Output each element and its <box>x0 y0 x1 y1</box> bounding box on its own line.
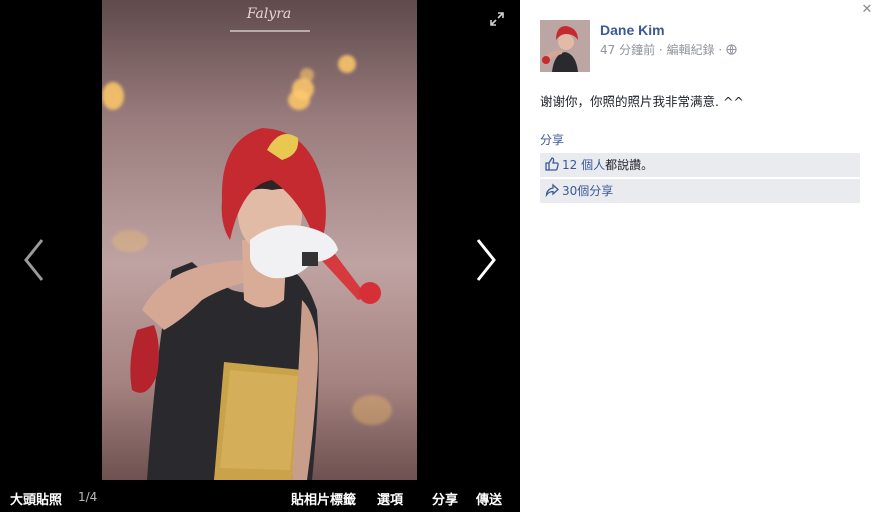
meta-separator: · <box>718 43 723 57</box>
send-button[interactable]: 傳送 <box>476 489 502 508</box>
shares-count-link[interactable]: 30個分享 <box>562 179 613 203</box>
chevron-right-icon[interactable] <box>468 236 504 284</box>
options-button[interactable]: 選項 <box>377 489 403 508</box>
avatar-image <box>540 20 590 72</box>
likes-count-link[interactable]: 12 個人 <box>562 158 605 172</box>
author-name[interactable]: Dane Kim <box>600 22 665 38</box>
globe-icon[interactable] <box>726 44 737 55</box>
photo-viewer: Falyra 大頭貼照 1/4 貼相片標籤 選項 分享 傳送 <box>0 0 520 512</box>
share-link[interactable]: 分享 <box>540 131 564 148</box>
likes-suffix: 都說讚。 <box>605 158 654 172</box>
avatar[interactable] <box>540 20 590 72</box>
post-timestamp[interactable]: 47 分鐘前 <box>600 43 655 57</box>
likes-row: 12 個人都說讚。 <box>540 153 860 177</box>
expand-icon[interactable] <box>490 12 504 26</box>
photo-subject <box>130 128 381 480</box>
share-button[interactable]: 分享 <box>432 489 458 508</box>
close-icon[interactable]: ✕ <box>859 2 875 18</box>
edit-history-link[interactable]: 編輯紀錄 <box>667 43 715 57</box>
tag-photo-button[interactable]: 貼相片標籤 <box>291 489 356 508</box>
photo-toolbar: 大頭貼照 1/4 貼相片標籤 選項 分享 傳送 <box>0 480 520 512</box>
profile-pictures-album-link[interactable]: 大頭貼照 <box>10 489 62 508</box>
chevron-left-icon[interactable] <box>16 236 52 284</box>
post-meta: 47 分鐘前 · 編輯紀錄 · <box>600 41 737 58</box>
meta-separator: · <box>658 43 663 57</box>
thumbs-up-icon[interactable] <box>544 156 560 172</box>
share-arrow-icon <box>545 183 559 198</box>
post-caption: 谢谢你，你照的照片我非常满意. ^^ <box>540 94 744 109</box>
photo-counter: 1/4 <box>78 490 98 504</box>
photo[interactable]: Falyra <box>102 0 417 480</box>
shares-row: 30個分享 <box>540 179 860 203</box>
likes-text: 12 個人都說讚。 <box>562 153 653 177</box>
